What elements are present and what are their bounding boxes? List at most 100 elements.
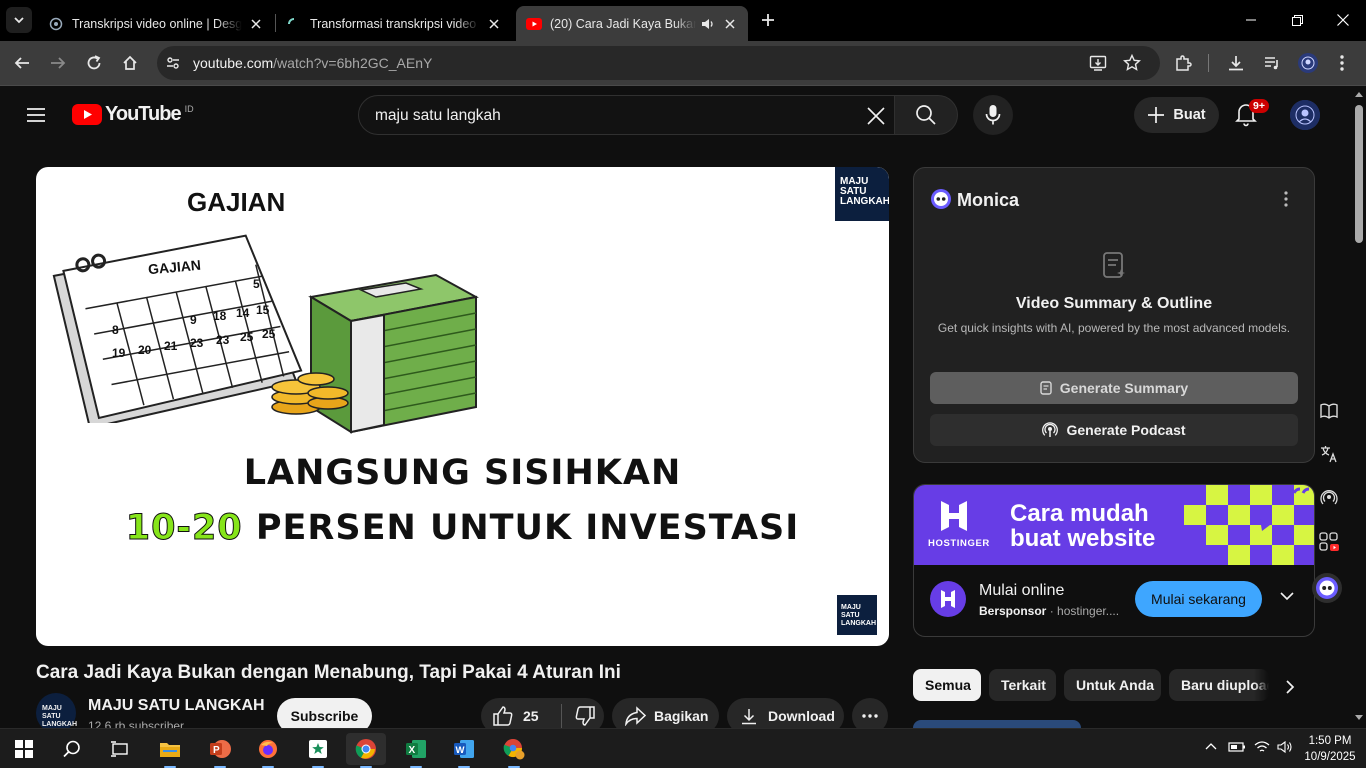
channel-name[interactable]: MAJU SATU LANGKAH — [88, 697, 265, 715]
ad-cta-button[interactable]: Mulai sekarang — [1135, 581, 1262, 617]
minimize-button[interactable] — [1228, 0, 1274, 40]
browser-toolbar: youtube.com/watch?v=6bh2GC_AEnY — [0, 41, 1366, 86]
chip-terkait[interactable]: Terkait — [989, 669, 1056, 701]
wifi-icon[interactable] — [1254, 740, 1270, 754]
youtube-logo[interactable]: YouTube ID — [72, 103, 194, 126]
search-input[interactable]: maju satu langkah — [375, 107, 501, 125]
taskbar-word[interactable]: W — [444, 733, 484, 768]
thumbs-up-icon — [492, 705, 514, 727]
chips-next-button[interactable] — [1276, 673, 1304, 701]
back-button[interactable] — [10, 51, 34, 75]
dislike-button[interactable] — [562, 705, 596, 727]
generate-summary-button[interactable]: Generate Summary — [930, 372, 1298, 404]
new-tab-button[interactable] — [757, 9, 779, 31]
chip-untuk-anda[interactable]: Untuk Anda — [1064, 669, 1161, 701]
ad-banner-headline: Cara mudah buat website — [1010, 501, 1155, 551]
taskbar-firefox[interactable] — [248, 733, 288, 768]
extensions-button[interactable] — [1171, 51, 1195, 75]
close-window-button[interactable] — [1320, 0, 1366, 40]
page-scrollbar[interactable] — [1352, 87, 1366, 728]
close-tab-icon[interactable] — [486, 16, 502, 32]
close-tab-icon[interactable] — [248, 16, 264, 32]
home-button[interactable] — [118, 51, 142, 75]
caption-line-2-rest: PERSEN UNTUK INVESTASI — [242, 508, 800, 548]
reload-button[interactable] — [82, 51, 106, 75]
taskbar-excel[interactable]: X — [396, 733, 436, 768]
puzzle-icon — [1174, 54, 1192, 72]
share-button[interactable]: Bagikan — [612, 698, 719, 728]
task-view-button[interactable] — [100, 733, 140, 765]
taskbar-chrome-profile[interactable] — [494, 733, 534, 768]
forward-button[interactable] — [46, 51, 70, 75]
volume-icon[interactable] — [1277, 740, 1293, 754]
channel-watermark-bottom[interactable]: MAJU SATU LANGKAH — [837, 595, 877, 635]
media-control-button[interactable] — [1260, 51, 1284, 75]
rail-translate-button[interactable] — [1316, 441, 1342, 467]
clear-search-icon[interactable] — [864, 104, 888, 128]
battery-icon[interactable] — [1228, 740, 1246, 754]
scroll-up-arrow-icon[interactable] — [1355, 91, 1363, 97]
taskbar-pinned-app[interactable] — [298, 733, 338, 768]
ad-banner[interactable]: HOSTINGER Cara mudah buat website — [914, 485, 1314, 565]
restore-button[interactable] — [1274, 0, 1320, 40]
notification-badge: 9+ — [1249, 99, 1269, 113]
rail-podcast-button[interactable] — [1316, 485, 1342, 511]
notifications-button[interactable]: 9+ — [1234, 99, 1269, 129]
tab-search-button[interactable] — [6, 7, 32, 33]
bookmark-star-icon[interactable] — [1123, 54, 1141, 72]
taskbar-powerpoint[interactable]: P — [200, 733, 240, 768]
search-box[interactable]: maju satu langkah — [358, 95, 895, 135]
monica-menu-icon[interactable] — [1284, 191, 1288, 207]
translate-icon — [1320, 445, 1338, 463]
tab-title: Transformasi transkripsi video YouTube — [310, 16, 480, 31]
close-tab-icon[interactable] — [722, 16, 738, 32]
create-button[interactable]: Buat — [1134, 97, 1219, 133]
ad-title[interactable]: Mulai online — [979, 582, 1064, 600]
system-clock[interactable]: 1:50 PM 10/9/2025 — [1300, 733, 1360, 765]
rail-apps-button[interactable] — [1316, 529, 1342, 555]
like-button[interactable]: 25 — [481, 705, 561, 727]
more-actions-button[interactable] — [852, 698, 888, 728]
taskbar-search-button[interactable] — [52, 733, 92, 765]
account-avatar[interactable] — [1290, 100, 1320, 130]
excel-icon: X — [405, 739, 427, 759]
downloads-button[interactable] — [1224, 51, 1248, 75]
taskbar-chrome[interactable] — [346, 733, 386, 768]
browser-menu-button[interactable] — [1330, 51, 1354, 75]
generate-podcast-button[interactable]: Generate Podcast — [930, 414, 1298, 446]
taskbar-file-explorer[interactable] — [150, 733, 190, 768]
subscribe-button[interactable]: Subscribe — [277, 698, 372, 728]
video-player[interactable]: GAJIAN GAJIAN 5 8 9 18 14 15 19 20 21 23… — [36, 167, 889, 646]
site-info-icon[interactable] — [165, 55, 181, 71]
start-button[interactable] — [4, 733, 44, 765]
windows-taskbar: P X W 1:50 PM 10/9/2025 — [0, 728, 1366, 768]
browser-tab-2[interactable]: Transformasi transkripsi video YouTube — [276, 6, 512, 41]
podcast-icon — [1042, 422, 1059, 438]
scrollbar-thumb[interactable] — [1355, 105, 1363, 243]
install-app-icon[interactable] — [1089, 54, 1107, 72]
expand-ad-chevron-icon[interactable] — [1280, 591, 1294, 601]
caption-line-1: LANGSUNG SISIHKAN — [243, 453, 682, 493]
guide-menu-button[interactable] — [24, 103, 48, 127]
search-button[interactable] — [894, 95, 958, 135]
browser-tab-3-active[interactable]: (20) Cara Jadi Kaya Bukan dengan Menabun… — [516, 6, 748, 41]
tray-overflow-chevron-icon[interactable] — [1205, 742, 1217, 750]
ad-banner-line-2: buat website — [1010, 525, 1156, 552]
channel-avatar-text: MAJU SATU LANGKAH — [42, 705, 77, 728]
rail-monica-button[interactable] — [1312, 573, 1342, 603]
scroll-down-arrow-icon[interactable] — [1355, 715, 1363, 721]
chip-baru-diupload[interactable]: Baru diupload — [1169, 669, 1269, 701]
advertiser-avatar[interactable] — [930, 581, 966, 617]
profile-button[interactable] — [1296, 51, 1320, 75]
voice-search-button[interactable] — [973, 95, 1013, 135]
download-button[interactable]: Download — [727, 698, 844, 728]
chip-semua[interactable]: Semua — [913, 669, 981, 701]
channel-avatar[interactable]: MAJU SATU LANGKAH — [36, 693, 77, 728]
related-video-thumbnail[interactable] — [913, 720, 1081, 728]
ad-banner-line-1: Cara mudah — [1010, 500, 1149, 527]
speaker-icon[interactable] — [700, 16, 716, 32]
address-bar[interactable]: youtube.com/watch?v=6bh2GC_AEnY — [157, 46, 1160, 80]
rail-reader-button[interactable] — [1316, 398, 1342, 424]
browser-tab-1[interactable]: Transkripsi video online | Desgn — [38, 6, 274, 41]
sponsored-ad[interactable]: HOSTINGER Cara mudah buat website Mulai … — [913, 484, 1315, 637]
